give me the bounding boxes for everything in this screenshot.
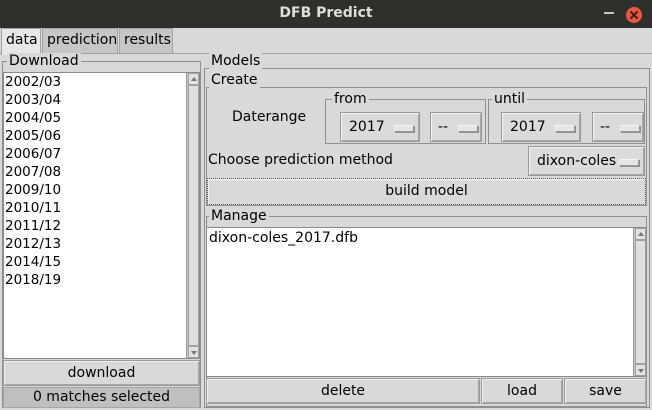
from-year-value: 2017	[349, 119, 385, 135]
list-item[interactable]: 2006/07	[4, 145, 199, 163]
until-year-value: 2017	[510, 119, 546, 135]
manage-group-label: Manage	[209, 208, 269, 224]
from-sub-value: --	[438, 119, 449, 135]
arrow-down-icon[interactable]	[635, 364, 646, 376]
window-title: DFB Predict	[279, 5, 373, 21]
list-item[interactable]: 2009/10	[4, 181, 199, 199]
from-group-label: from	[332, 91, 369, 107]
until-group-label: until	[492, 91, 528, 107]
dropdown-indicator-icon	[555, 125, 575, 132]
arrow-up-icon[interactable]	[635, 228, 646, 240]
list-item[interactable]: 2005/06	[4, 127, 199, 145]
arrow-up-icon[interactable]	[188, 73, 199, 85]
close-icon[interactable]	[626, 7, 642, 23]
scrollbar-thumb[interactable]	[635, 240, 646, 364]
minimize-icon[interactable]	[604, 12, 614, 14]
tab-label: results	[124, 32, 171, 48]
list-item[interactable]: 2003/04	[4, 91, 199, 109]
daterange-label: Daterange	[232, 109, 307, 125]
from-sub-select[interactable]: --	[430, 112, 482, 142]
download-group-label: Download	[7, 53, 81, 69]
list-item[interactable]: dixon-coles_2017.dfb	[207, 228, 646, 248]
dropdown-indicator-icon	[394, 125, 414, 132]
dropdown-indicator-icon	[619, 159, 639, 166]
arrow-down-icon[interactable]	[188, 346, 199, 358]
tab-label: data	[6, 32, 38, 48]
tab-data[interactable]: data	[1, 28, 41, 55]
list-item[interactable]: 2012/13	[4, 235, 199, 253]
tab-results[interactable]: results	[119, 28, 173, 54]
tab-label: prediction	[47, 32, 118, 48]
list-item[interactable]: 2004/05	[4, 109, 199, 127]
create-group-label: Create	[209, 72, 260, 88]
selection-status: 0 matches selected	[3, 387, 200, 408]
season-list-items: 2002/03 2003/04 2004/05 2005/06 2006/07 …	[4, 73, 199, 289]
until-sub-select[interactable]: --	[592, 112, 644, 142]
download-button[interactable]: download	[3, 360, 200, 386]
list-item[interactable]: 2002/03	[4, 73, 199, 91]
load-button[interactable]: load	[481, 378, 563, 404]
from-year-select[interactable]: 2017	[340, 112, 420, 142]
season-list[interactable]: 2002/03 2003/04 2004/05 2005/06 2006/07 …	[3, 72, 200, 359]
title-bar: DFB Predict	[0, 0, 652, 28]
list-item[interactable]: 2018/19	[4, 271, 199, 289]
dropdown-indicator-icon	[620, 125, 640, 132]
models-group-label: Models	[209, 53, 263, 69]
season-list-scrollbar[interactable]	[186, 73, 199, 358]
until-sub-value: --	[600, 119, 611, 135]
prediction-method-label: Choose prediction method	[208, 152, 393, 168]
list-item[interactable]: 2010/11	[4, 199, 199, 217]
model-list-scrollbar[interactable]	[633, 228, 646, 376]
model-file-list[interactable]: dixon-coles_2017.dfb	[206, 227, 647, 377]
list-item[interactable]: 2014/15	[4, 253, 199, 271]
list-item[interactable]: 2007/08	[4, 163, 199, 181]
prediction-method-value: dixon-coles	[537, 153, 617, 169]
build-model-button[interactable]: build model	[207, 178, 646, 205]
dropdown-indicator-icon	[458, 125, 478, 132]
until-year-select[interactable]: 2017	[501, 112, 581, 142]
scrollbar-thumb[interactable]	[188, 85, 199, 346]
prediction-method-select[interactable]: dixon-coles	[528, 146, 645, 176]
tab-prediction[interactable]: prediction	[42, 28, 118, 54]
save-button[interactable]: save	[564, 378, 647, 404]
delete-button[interactable]: delete	[206, 378, 480, 404]
list-item[interactable]: 2011/12	[4, 217, 199, 235]
